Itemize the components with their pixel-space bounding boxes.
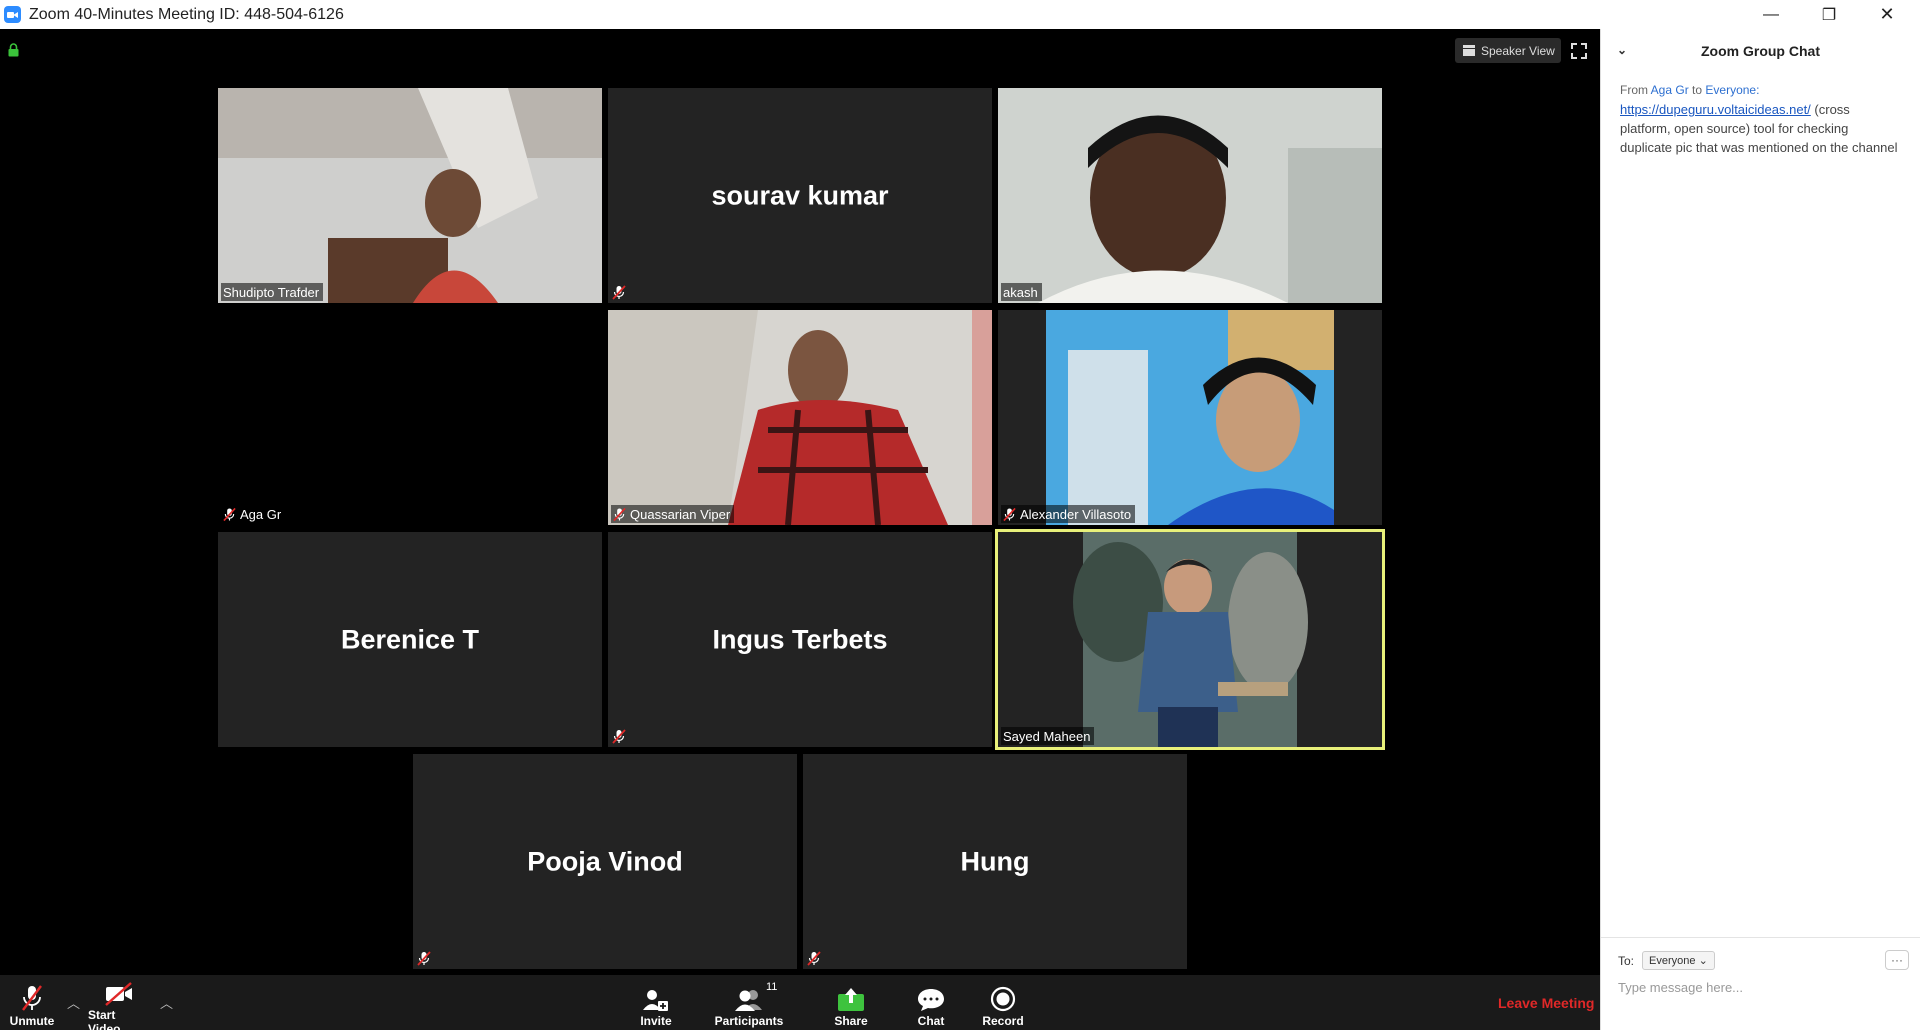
share-screen-icon (838, 988, 864, 1011)
video-stage: Speaker View Shudipto Trafder sourav kum… (0, 29, 1600, 975)
participant-name-large: Pooja Vinod (527, 846, 683, 876)
chat-header: ⌄ Zoom Group Chat (1601, 29, 1920, 73)
recipient-select[interactable]: Everyone ⌄ (1642, 951, 1715, 970)
share-button[interactable]: Share (833, 975, 869, 1030)
to-label: To: (1618, 953, 1635, 968)
chat-label: Chat (917, 1014, 945, 1028)
message-link[interactable]: https://dupeguru.voltaicideas.net/ (1620, 102, 1811, 117)
video-tile[interactable]: akash (998, 88, 1382, 303)
muted-mic-icon (22, 985, 42, 1011)
video-options-caret-icon[interactable]: ︿ (160, 993, 173, 1012)
participant-name: Quassarian Viper (630, 506, 731, 522)
start-video-button[interactable]: Start Video (88, 975, 150, 1036)
chat-title: Zoom Group Chat (1701, 43, 1820, 59)
window-title: Zoom 40-Minutes Meeting ID: 448-504-6126 (29, 5, 344, 23)
participant-name-label: akash (1001, 283, 1042, 301)
participant-name-label: Alexander Villasoto (1001, 505, 1136, 523)
fullscreen-icon[interactable] (1569, 41, 1589, 61)
participants-count-badge: 11 (766, 981, 778, 993)
invite-button[interactable]: Invite (638, 975, 674, 1030)
invite-person-icon (643, 990, 668, 1011)
video-tile[interactable]: Shudipto Trafder (218, 88, 602, 303)
close-button[interactable]: ✕ (1858, 0, 1916, 29)
record-label: Record (982, 1014, 1024, 1028)
restore-button[interactable]: ❐ (1800, 0, 1858, 29)
participant-name-label: Shudipto Trafder (221, 283, 324, 301)
chat-button[interactable]: Chat (916, 975, 946, 1030)
audio-options-caret-icon[interactable]: ︿ (67, 993, 80, 1012)
speaker-view-button[interactable]: Speaker View (1455, 38, 1561, 63)
chat-bubble-icon (918, 989, 944, 1011)
participant-name-large: Berenice T (340, 624, 480, 654)
video-tile-active-speaker[interactable]: Sayed Maheen (995, 529, 1385, 750)
from-prefix: From (1620, 83, 1648, 97)
video-off-icon (105, 982, 132, 1006)
title-bar: Zoom 40-Minutes Meeting ID: 448-504-6126… (0, 0, 1920, 29)
record-icon (990, 986, 1016, 1012)
chat-panel: ⌄ Zoom Group Chat From Aga Gr to Everyon… (1600, 29, 1920, 1030)
speaker-view-icon (1463, 45, 1475, 56)
chat-message-body: https://dupeguru.voltaicideas.net/ (cros… (1620, 100, 1902, 157)
chevron-down-icon: ⌄ (1698, 955, 1708, 967)
participant-name: Alexander Villasoto (1020, 506, 1132, 522)
participant-video (608, 310, 992, 525)
muted-mic-icon (223, 507, 236, 521)
muted-mic-icon (417, 951, 431, 966)
muted-mic-icon (807, 951, 821, 966)
participant-name-large: Ingus Terbets (712, 624, 888, 654)
muted-mic-icon (1003, 507, 1016, 521)
recipient-value: Everyone (1649, 955, 1696, 967)
participant-name-large: Hung (960, 846, 1030, 876)
to-word: to (1692, 83, 1703, 97)
participant-name-label: Quassarian Viper (611, 505, 735, 523)
muted-mic-icon (613, 507, 626, 521)
record-button[interactable]: Record (982, 975, 1024, 1030)
participant-name: Aga Gr (240, 506, 282, 522)
meeting-toolbar: Unmute ︿ Start Video ︿ Invite Participan… (0, 975, 1600, 1036)
participant-video (998, 310, 1382, 525)
invite-label: Invite (640, 1014, 672, 1028)
video-tile[interactable]: Quassarian Viper (608, 310, 992, 525)
minimize-button[interactable]: — (1742, 0, 1800, 29)
share-label: Share (834, 1014, 868, 1028)
participant-name: akash (1003, 284, 1038, 300)
chat-message-input[interactable] (1618, 980, 1898, 995)
video-tile[interactable]: Ingus Terbets (608, 532, 992, 747)
recipient-row: To: Everyone ⌄ (1618, 951, 1715, 970)
message-sender[interactable]: Aga Gr (1651, 83, 1689, 97)
leave-meeting-button[interactable]: Leave Meeting (1498, 995, 1594, 1011)
video-tile[interactable]: Pooja Vinod (413, 754, 797, 969)
zoom-app-icon (4, 6, 21, 23)
participant-video (998, 88, 1382, 303)
video-tile[interactable]: Aga Gr (218, 310, 602, 525)
muted-mic-icon (612, 729, 626, 744)
video-tile[interactable]: sourav kumar (608, 88, 992, 303)
participant-name-label: Aga Gr (221, 505, 285, 523)
participants-label: Participants (714, 1014, 784, 1028)
participant-video (998, 532, 1382, 747)
start-video-label: Start Video (88, 1008, 121, 1036)
unmute-label: Unmute (9, 1014, 55, 1028)
message-recipient: Everyone: (1705, 83, 1760, 97)
participant-name: Shudipto Trafder (223, 284, 320, 300)
muted-mic-icon (612, 285, 626, 300)
participant-name-large: sourav kumar (711, 180, 889, 210)
collapse-chevron-icon[interactable]: ⌄ (1617, 43, 1627, 57)
participant-name: Sayed Maheen (1003, 728, 1091, 744)
participants-icon (735, 990, 762, 1011)
speaker-view-label: Speaker View (1481, 43, 1555, 58)
lock-icon[interactable] (8, 43, 19, 57)
video-tile[interactable]: Alexander Villasoto (998, 310, 1382, 525)
chat-message-meta: From Aga Gr to Everyone: (1620, 81, 1902, 100)
participant-name-label: Sayed Maheen (1001, 727, 1095, 745)
chat-message: From Aga Gr to Everyone: https://dupegur… (1601, 73, 1920, 157)
video-tile[interactable]: Hung (803, 754, 1187, 969)
chat-compose: To: Everyone ⌄ ··· (1601, 937, 1920, 1030)
more-options-button[interactable]: ··· (1885, 950, 1909, 970)
unmute-button[interactable]: Unmute (6, 975, 58, 1030)
video-tile[interactable]: Berenice T (218, 532, 602, 747)
participant-video (218, 88, 602, 303)
